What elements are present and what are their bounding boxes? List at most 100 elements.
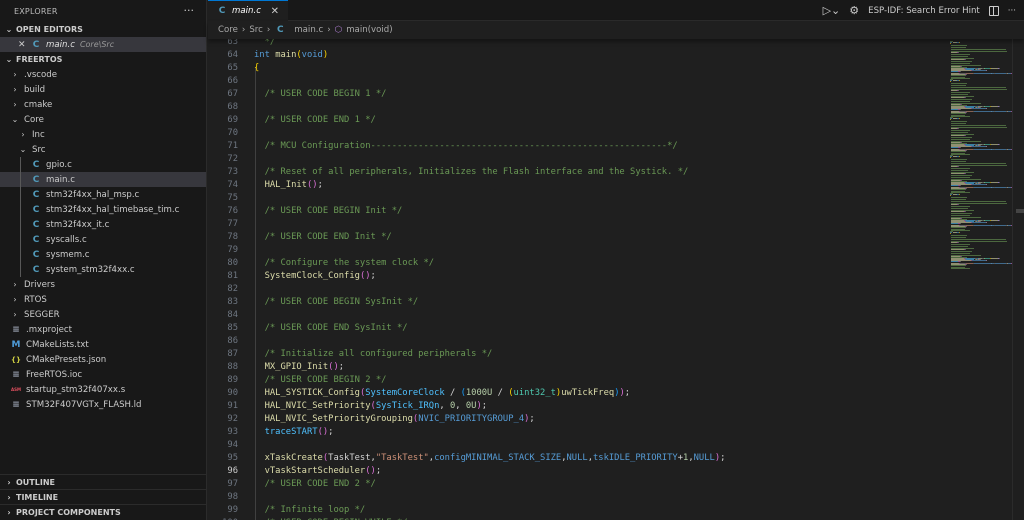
code-line[interactable]: MX_GPIO_Init(); [254, 361, 344, 374]
minimap-mark [951, 185, 959, 186]
tree-item-syscalls-c[interactable]: Csyscalls.c [0, 232, 206, 247]
minimap-mark [966, 187, 974, 188]
code-line[interactable]: /* USER CODE BEGIN 1 */ [254, 88, 387, 101]
open-editors-header[interactable]: ⌄ OPEN EDITORS [0, 22, 206, 37]
minimap-mark [966, 225, 974, 226]
code-line[interactable]: xTaskCreate(TaskTest,"TaskTest",configMI… [254, 452, 726, 465]
code-token: SysTick_IRQn [375, 401, 440, 411]
code-line[interactable]: /* USER CODE BEGIN SysInit */ [254, 296, 419, 309]
gear-icon[interactable]: ⚙ [849, 4, 859, 17]
tree-item-cmake[interactable]: › cmake [0, 97, 206, 112]
tree-item-cmakepresets-json[interactable]: {} CMakePresets.json [0, 352, 206, 367]
minimap[interactable] [950, 39, 1013, 520]
code-line[interactable]: HAL_NVIC_SetPriorityGrouping(NVIC_PRIORI… [254, 413, 535, 426]
code-editor[interactable]: 63 */ 64 int main(void) 65 {66 67 /* USER COD… [208, 39, 948, 520]
code-line[interactable]: /* USER CODE END SysInit */ [254, 322, 408, 335]
tree-item-segger[interactable]: › SEGGER [0, 307, 206, 322]
tree-item-stm32f407vgtx-flash-ld[interactable]: ≡ STM32F407VGTx_FLASH.ld [0, 397, 206, 412]
cmake-file-icon: M [11, 339, 21, 350]
project-components-section[interactable]: › PROJECT COMPONENTS [0, 505, 206, 520]
minimap-mark [951, 139, 971, 140]
close-icon[interactable]: ✕ [271, 6, 279, 17]
tree-item-sysmem-c[interactable]: Csysmem.c [0, 247, 206, 262]
code-line[interactable]: traceSTART(); [254, 426, 334, 439]
code-line[interactable]: */ [254, 39, 276, 49]
minimap-mark [959, 109, 961, 110]
tree-item-stm32f4xx-hal-msp-c[interactable]: Cstm32f4xx_hal_msp.c [0, 187, 206, 202]
minimap-mark [966, 226, 967, 227]
tree-item--mxproject[interactable]: ≡ .mxproject [0, 322, 206, 337]
line-number: 75 [227, 193, 238, 203]
esp-idf-hint-button[interactable]: ESP-IDF: Search Error Hint [868, 6, 980, 16]
code-line[interactable]: /* Reset of all peripherals, Initializes… [254, 166, 689, 179]
code-line[interactable]: /* USER CODE BEGIN Init */ [254, 205, 403, 218]
tree-item-build[interactable]: › build [0, 82, 206, 97]
tree-item-system-stm32f4xx-c[interactable]: Csystem_stm32f4xx.c [0, 262, 206, 277]
project-header[interactable]: ⌄ FREERTOS [0, 52, 206, 67]
vertical-scrollbar[interactable] [1012, 39, 1024, 520]
tree-item-main-c[interactable]: Cmain.c [0, 172, 206, 187]
code-line[interactable]: { [254, 62, 259, 75]
code-line[interactable]: /* USER CODE BEGIN 2 */ [254, 374, 387, 387]
code-line[interactable]: /* USER CODE END 1 */ [254, 114, 376, 127]
timeline-section[interactable]: › TIMELINE [0, 490, 206, 505]
tree-item-stm32f4xx-it-c[interactable]: Cstm32f4xx_it.c [0, 217, 206, 232]
tree-item-stm32f4xx-hal-timebase-tim-c[interactable]: Cstm32f4xx_hal_timebase_tim.c [0, 202, 206, 217]
line-number: 67 [227, 89, 238, 99]
split-editor-icon[interactable] [988, 5, 999, 16]
run-debug-icon[interactable]: ▷⌄ [823, 4, 841, 17]
line-number: 90 [227, 388, 238, 398]
minimap-mark [951, 87, 1006, 88]
code-line[interactable]: /* USER CODE END Init */ [254, 231, 392, 244]
code-line[interactable]: /* MCU Configuration--------------------… [254, 140, 678, 153]
minimap-mark [959, 80, 960, 81]
code-line[interactable]: int main(void) [254, 49, 328, 62]
minimap-mark [951, 159, 968, 160]
more-icon[interactable]: ··· [184, 4, 195, 17]
tree-item-drivers[interactable]: › Drivers [0, 277, 206, 292]
code-line[interactable]: /* USER CODE END 2 */ [254, 478, 376, 491]
timeline-label: TIMELINE [16, 492, 59, 502]
code-token: SystemClock_Config [264, 271, 360, 281]
code-token: HAL_Init [264, 180, 307, 190]
tree-item-src[interactable]: ⌄ Src [0, 142, 206, 157]
tab-main-c[interactable]: C main.c ✕ [208, 0, 288, 21]
close-icon[interactable]: ✕ [18, 40, 30, 50]
minimap-mark [951, 177, 971, 178]
tree-item-freertos-ioc[interactable]: ≡ FreeRTOS.ioc [0, 367, 206, 382]
open-editor-path: Core\Src [79, 40, 115, 49]
outline-section[interactable]: › OUTLINE [0, 475, 206, 490]
code-line[interactable]: /* Initialize all configured peripherals… [254, 348, 493, 361]
code-token: "TaskTest" [375, 453, 429, 463]
minimap-mark [951, 47, 967, 48]
chevron-down-icon: ⌄ [5, 25, 13, 34]
tree-item--vscode[interactable]: › .vscode [0, 67, 206, 82]
code-line[interactable]: SystemClock_Config(); [254, 270, 376, 283]
tree-item-gpio-c[interactable]: Cgpio.c [0, 157, 206, 172]
breadcrumb-symbol[interactable]: main(void) [346, 25, 392, 35]
tree-item-rtos[interactable]: › RTOS [0, 292, 206, 307]
code-line[interactable]: HAL_SYSTICK_Config(SystemCoreClock / (10… [254, 387, 630, 400]
code-line[interactable]: HAL_NVIC_SetPriority(SysTick_IRQn, 0, 0U… [254, 400, 487, 413]
tree-item-label: Src [32, 144, 46, 155]
code-line[interactable]: HAL_Init(); [254, 179, 323, 192]
breadcrumb-file[interactable]: main.c [294, 25, 323, 35]
tree-item-cmakelists-txt[interactable]: M CMakeLists.txt [0, 337, 206, 352]
code-token: xTaskCreate [264, 453, 323, 463]
breadcrumb-src[interactable]: Src [249, 25, 263, 35]
tree-item-core[interactable]: ⌄ Core [0, 112, 206, 127]
open-editor-item[interactable]: ✕ C main.c Core\Src [0, 37, 206, 52]
code-token: /* Initialize all configured peripherals… [264, 349, 493, 359]
breadcrumb-core[interactable]: Core [218, 25, 238, 35]
minimap-mark [958, 242, 960, 243]
code-line[interactable]: /* Infinite loop */ [254, 504, 366, 517]
minimap-mark [966, 112, 967, 113]
minimap-mark [951, 147, 959, 148]
tree-item-inc[interactable]: › Inc [0, 127, 206, 142]
more-icon[interactable]: ··· [1008, 6, 1016, 16]
code-line[interactable]: vTaskStartScheduler(); [254, 465, 382, 478]
tree-item-startup-stm32f407xx-s[interactable]: ASM startup_stm32f407xx.s [0, 382, 206, 397]
code-line[interactable]: /* Configure the system clock */ [254, 257, 434, 270]
